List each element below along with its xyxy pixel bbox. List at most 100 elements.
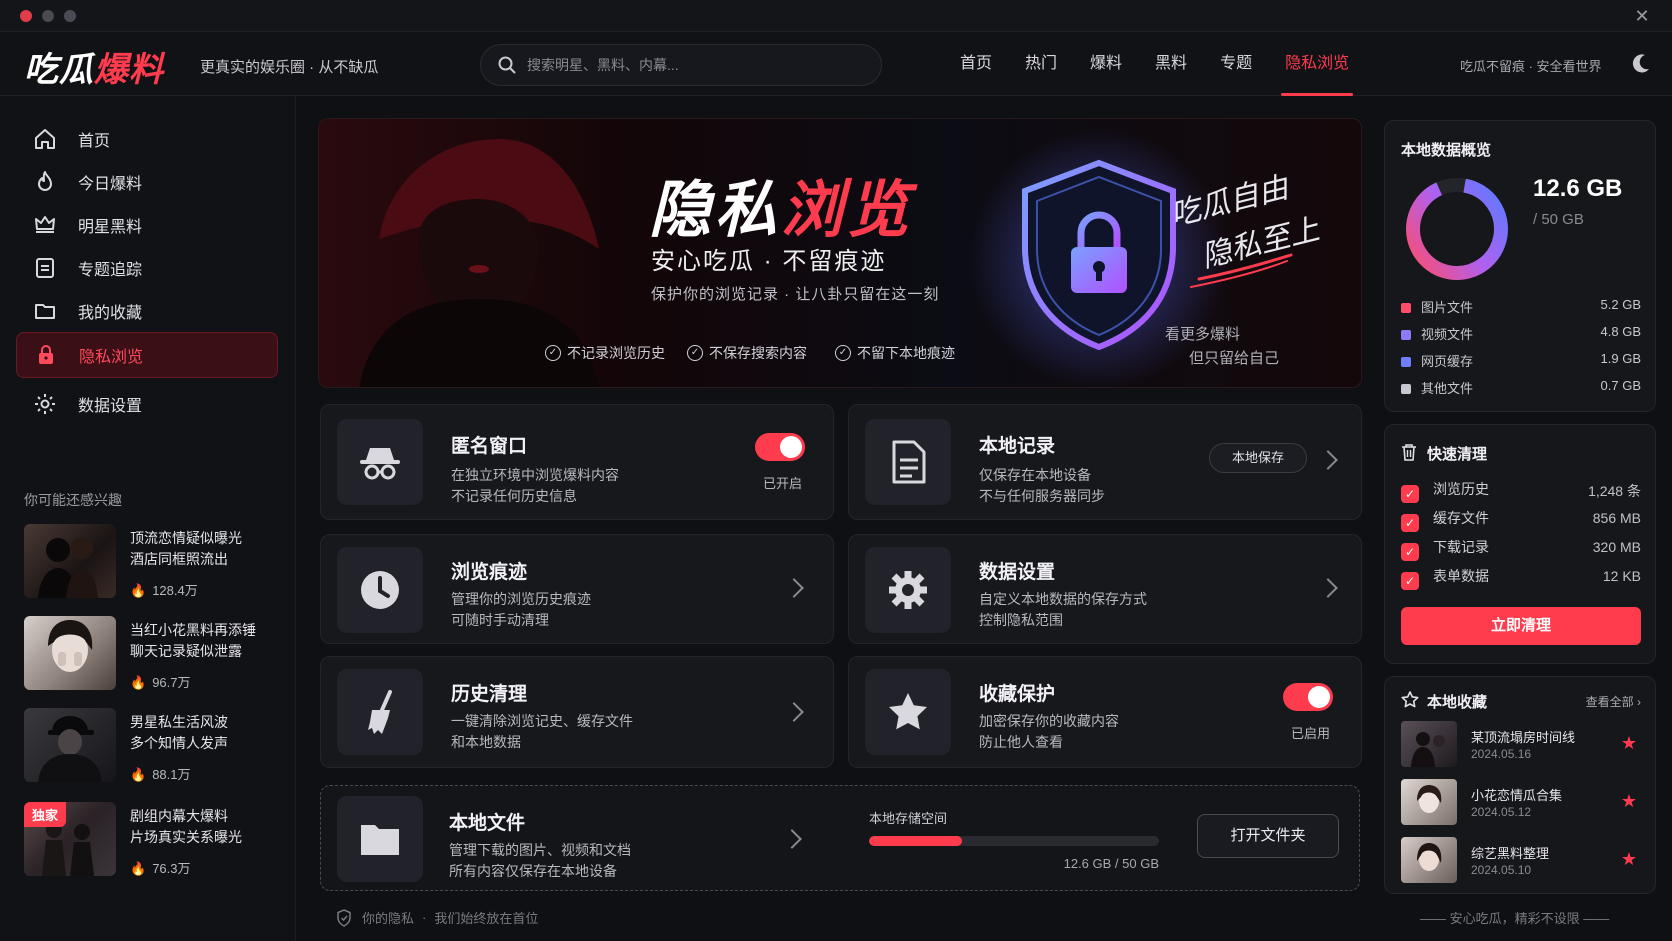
chevron-right-icon[interactable] <box>784 578 804 598</box>
card-title: 匿名窗口 <box>451 436 528 457</box>
window-minimize-dot[interactable] <box>42 10 54 22</box>
nav-topics[interactable]: 专题 <box>1220 32 1252 96</box>
window-close-dot[interactable] <box>20 10 32 22</box>
chevron-right-icon[interactable] <box>784 702 804 722</box>
local-files-card[interactable]: 本地文件 管理下载的图片、视频和文档 所有内容仅保存在本地设备 本地存储空间 12… <box>320 785 1360 891</box>
clean-option[interactable]: ✓ 下载记录 320 MB <box>1401 537 1641 561</box>
legend-item: 图片文件 5.2 GB <box>1401 297 1641 317</box>
window-maximize-dot[interactable] <box>64 10 76 22</box>
feed-thumbnail: 独家 <box>24 802 116 876</box>
sidebar-item-label: 数据设置 <box>78 398 143 415</box>
sidebar-item-label: 隐私浏览 <box>79 349 144 366</box>
storage-used: 12.6 GB <box>1533 175 1623 202</box>
search-input[interactable] <box>527 57 847 73</box>
view-all-link[interactable]: 查看全部 › <box>1586 693 1641 710</box>
star-icon[interactable]: ★ <box>1621 733 1637 754</box>
feed-hot-count: 🔥 128.4万 <box>130 583 198 598</box>
sidebar-item-private[interactable]: 隐私浏览 <box>16 332 278 378</box>
browsing-trace-card[interactable]: 浏览痕迹 管理你的浏览历史痕迹 可随时手动清理 <box>320 534 834 644</box>
chevron-right-icon[interactable] <box>1318 450 1338 470</box>
storage-donut-chart <box>1406 177 1508 280</box>
clean-option[interactable]: ✓ 表单数据 12 KB <box>1401 566 1641 590</box>
clean-option[interactable]: ✓ 缓存文件 856 MB <box>1401 508 1641 532</box>
open-folder-button[interactable]: 打开文件夹 <box>1197 814 1339 858</box>
fire-icon: 🔥 <box>130 861 147 876</box>
storage-progress-fill <box>869 836 962 846</box>
legend-item: 网页缓存 1.9 GB <box>1401 351 1641 371</box>
favorite-thumbnail <box>1401 837 1457 883</box>
sidebar-item-topics[interactable]: 专题追踪 <box>16 245 278 291</box>
trash-icon <box>1402 444 1416 461</box>
hero-title: 隐私浏览 <box>649 176 914 245</box>
gear-icon <box>865 547 951 633</box>
feed-thumbnail <box>24 616 116 690</box>
clean-option[interactable]: ✓ 浏览历史 1,248 条 <box>1401 479 1641 503</box>
folder-icon <box>337 796 423 882</box>
favorite-protect-toggle[interactable] <box>1283 683 1333 711</box>
hero-check-item: ✓ 不留下本地痕迹 <box>835 343 955 363</box>
chevron-right-icon[interactable] <box>782 829 802 849</box>
card-title: 本地文件 <box>449 813 526 834</box>
sidebar-item-home[interactable]: 首页 <box>16 116 278 162</box>
hero-description: 保护你的浏览记录 · 让八卦只留在这一刻 <box>651 286 940 303</box>
feed-hot-count: 🔥 96.7万 <box>130 675 191 690</box>
lock-icon <box>33 342 59 368</box>
feed-item[interactable]: 顶流恋情疑似曝光 酒店同框照流出 🔥 128.4万 <box>24 524 274 602</box>
sidebar-item-star-dirt[interactable]: 明星黑料 <box>16 202 278 248</box>
nav-hot[interactable]: 热门 <box>1025 32 1057 96</box>
legend-item: 其他文件 0.7 GB <box>1401 378 1641 398</box>
fire-icon <box>32 169 58 195</box>
card-title: 浏览痕迹 <box>451 562 528 583</box>
storage-text: 12.6 GB / 50 GB <box>1063 856 1159 871</box>
card-title: 数据设置 <box>979 562 1056 583</box>
data-settings-card[interactable]: 数据设置 自定义本地数据的保存方式 控制隐私范围 <box>848 534 1362 644</box>
moon-icon[interactable] <box>1630 52 1652 74</box>
sidebar-item-favorites[interactable]: 我的收藏 <box>16 288 278 334</box>
feed-title: 顶流恋情疑似曝光 酒店同框照流出 <box>130 530 242 567</box>
favorite-thumbnail <box>1401 779 1457 825</box>
document-icon <box>32 255 58 281</box>
star-icon[interactable]: ★ <box>1621 791 1637 812</box>
sidebar-item-today[interactable]: 今日爆料 <box>16 159 278 205</box>
feed-hot-count: 🔥 76.3万 <box>130 861 191 876</box>
hero-subtitle: 安心吃瓜 · 不留痕迹 <box>651 248 887 275</box>
nav-private-browsing[interactable]: 隐私浏览 <box>1281 32 1354 96</box>
data-overview-panel: 本地数据概览 12.6 GB / 50 GB 图片文件 5.2 GB 视频文件 4.… <box>1384 120 1656 412</box>
gear-icon <box>32 391 58 417</box>
hero-side-text: 看更多爆料 但只留给自己 <box>1165 326 1280 367</box>
clock-icon <box>337 547 423 633</box>
history-clean-card[interactable]: 历史清理 一键清除浏览记史、缓存文件 和本地数据 <box>320 656 834 768</box>
app-logo[interactable]: 吃瓜爆料 <box>24 42 164 91</box>
feed-hot-count: 🔥 88.1万 <box>130 767 191 782</box>
favorite-thumbnail <box>1401 721 1457 767</box>
feed-item[interactable]: 独家 剧组内幕大爆料 片场真实关系曝光 🔥 76.3万 <box>24 802 274 880</box>
fire-icon: 🔥 <box>130 767 147 782</box>
favorite-item[interactable]: 综艺黑料整理 2024.05.10 ★ <box>1401 837 1641 885</box>
incognito-toggle[interactable] <box>755 433 805 461</box>
feed-title: 当红小花黑料再添锤 聊天记录疑似泄露 <box>130 622 256 659</box>
sidebar-item-data-settings[interactable]: 数据设置 <box>16 381 278 427</box>
incognito-card[interactable]: 匿名窗口 在独立环境中浏览爆料内容 不记录任何历史信息 已开启 <box>320 404 834 520</box>
clean-now-button[interactable]: 立即清理 <box>1401 607 1641 645</box>
card-description: 一键清除浏览记史、缓存文件 和本地数据 <box>451 713 633 750</box>
sidebar-item-label: 专题追踪 <box>78 262 143 279</box>
search-box[interactable] <box>480 44 882 86</box>
favorite-item[interactable]: 小花恋情瓜合集 2024.05.12 ★ <box>1401 779 1641 827</box>
crown-icon <box>32 212 58 238</box>
nav-dirt[interactable]: 黑料 <box>1155 32 1187 96</box>
nav-home[interactable]: 首页 <box>960 32 992 96</box>
card-description: 管理你的浏览历史痕迹 可随时手动清理 <box>451 591 591 628</box>
nav-scoop[interactable]: 爆料 <box>1090 32 1122 96</box>
app-window: ✕ 吃瓜爆料 更真实的娱乐圈 · 从不缺瓜 首页 热门 爆料 黑料 专题 隐私浏… <box>0 0 1672 941</box>
close-icon[interactable]: ✕ <box>1632 6 1652 26</box>
favorite-item[interactable]: 某顶流塌房时间线 2024.05.16 ★ <box>1401 721 1641 769</box>
feed-item[interactable]: 男星私生活风波 多个知情人发声 🔥 88.1万 <box>24 708 274 786</box>
chevron-right-icon[interactable] <box>1318 578 1338 598</box>
checkbox-checked: ✓ <box>1401 543 1419 561</box>
card-description: 在独立环境中浏览爆料内容 不记录任何历史信息 <box>451 467 619 504</box>
feed-item[interactable]: 当红小花黑料再添锤 聊天记录疑似泄露 🔥 96.7万 <box>24 616 274 694</box>
star-icon[interactable]: ★ <box>1621 849 1637 870</box>
local-save-pill[interactable]: 本地保存 <box>1209 443 1308 473</box>
local-records-card[interactable]: 本地记录 仅保存在本地设备 不与任何服务器同步 本地保存 <box>848 404 1362 520</box>
favorite-protect-card[interactable]: 收藏保护 加密保存你的收藏内容 防止他人查看 已启用 <box>848 656 1362 768</box>
